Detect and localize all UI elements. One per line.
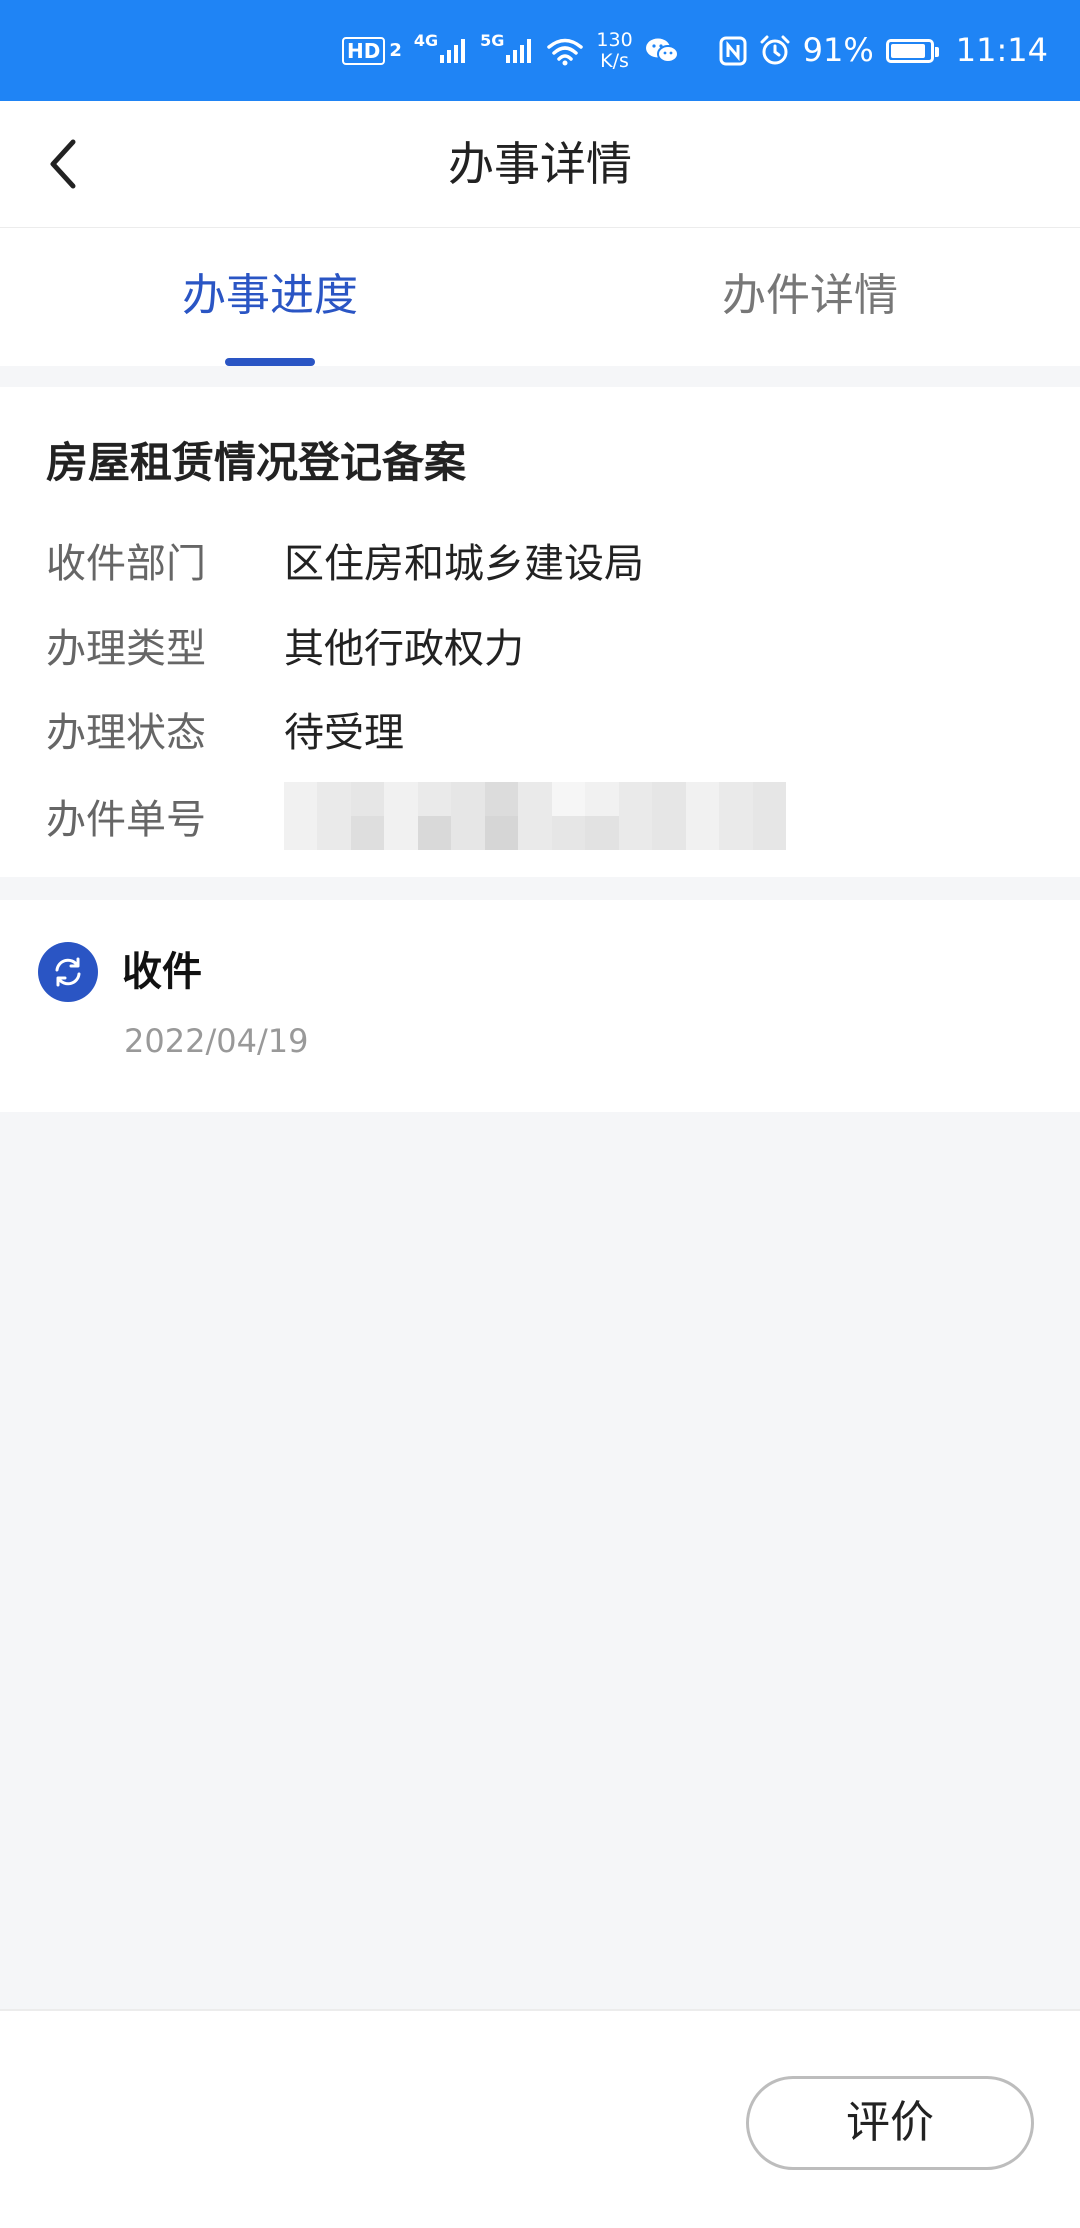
network-type-1: 4G xyxy=(413,31,439,50)
info-row-status: 办理状态 待受理 xyxy=(46,699,404,759)
signal-2: 5G xyxy=(480,31,534,65)
tab-bar: 办事进度 办件详情 xyxy=(0,228,1080,366)
info-card: 房屋租赁情况登记备案 收件部门 区住房和城乡建设局 办理类型 其他行政权力 办理… xyxy=(0,387,1080,877)
speed-unit: K/s xyxy=(600,49,629,72)
mosaic-cell xyxy=(585,782,619,816)
nfc-icon xyxy=(719,36,747,65)
mosaic-cell xyxy=(417,816,452,850)
mosaic-cell xyxy=(484,782,519,816)
network-speed: 130 K/s xyxy=(596,28,633,72)
mosaic-cell xyxy=(685,782,720,816)
case-title: 房屋租赁情况登记备案 xyxy=(46,438,467,487)
info-row-department: 收件部门 区住房和城乡建设局 xyxy=(46,530,644,590)
battery-icon xyxy=(885,38,939,63)
mosaic-cell xyxy=(317,816,351,850)
hd-indicator: HD 2 xyxy=(341,36,402,65)
speed-value: 130 xyxy=(596,28,633,51)
wifi-icon xyxy=(547,38,584,65)
mosaic-cell xyxy=(752,782,786,816)
step-status-badge xyxy=(38,942,98,1002)
mosaic-cell xyxy=(484,816,519,850)
mosaic-cell xyxy=(317,782,351,816)
page-title: 办事详情 xyxy=(448,137,632,191)
alarm-status xyxy=(759,35,791,67)
wifi xyxy=(546,36,584,66)
case-number-redacted xyxy=(284,782,786,850)
mosaic-cell xyxy=(652,782,686,816)
tab-active-indicator xyxy=(225,358,315,366)
info-label: 办理类型 xyxy=(46,626,206,672)
tab-progress[interactable]: 办事进度 xyxy=(0,228,540,366)
mosaic-cell xyxy=(451,782,485,816)
info-value: 其他行政权力 xyxy=(284,626,524,672)
tab-details[interactable]: 办件详情 xyxy=(540,228,1080,366)
battery-text: 91% xyxy=(802,31,874,69)
step-title: 收件 xyxy=(122,949,202,995)
info-row-case-number: 办件单号 xyxy=(46,782,786,850)
mosaic-cell xyxy=(417,782,452,816)
timeline-card: 收件 2022/04/19 xyxy=(0,900,1080,1112)
wechat-notification xyxy=(645,37,679,65)
hd-label: HD xyxy=(341,36,386,65)
hd-sub-label: 2 xyxy=(389,40,402,61)
mosaic-cell xyxy=(284,782,318,816)
battery xyxy=(885,38,939,63)
signal-icon xyxy=(440,38,466,63)
info-value: 区住房和城乡建设局 xyxy=(284,541,644,587)
status-time: 11:14 xyxy=(955,31,1048,69)
mosaic-cell xyxy=(451,816,485,850)
app-header: 办事详情 xyxy=(0,101,1080,228)
mosaic-cell xyxy=(551,816,586,850)
mosaic-cell xyxy=(518,782,552,816)
mosaic-cell xyxy=(752,816,786,850)
bottom-action-bar: 评价 xyxy=(0,2009,1080,2228)
network-type-2: 5G xyxy=(480,31,505,50)
wechat-icon xyxy=(645,38,679,63)
mosaic-cell xyxy=(719,782,753,816)
mosaic-cell xyxy=(585,816,619,850)
mosaic-cell xyxy=(618,782,653,816)
battery-percent: 91% xyxy=(803,0,874,101)
status-icons: HD 2 4G 5G 130 K/s 91% 11:14 xyxy=(330,0,1048,101)
alarm-icon xyxy=(760,35,790,64)
tab-details-label: 办件详情 xyxy=(722,270,898,321)
status-bar: HD 2 4G 5G 130 K/s 91% 11:14 xyxy=(0,0,1080,101)
clock: 11:14 xyxy=(956,0,1048,101)
mosaic-cell xyxy=(350,782,385,816)
mosaic-cell xyxy=(384,816,418,850)
mosaic-cell xyxy=(284,816,318,850)
info-row-type: 办理类型 其他行政权力 xyxy=(46,615,524,675)
mosaic-cell xyxy=(685,816,720,850)
battery-fill xyxy=(890,43,926,58)
mosaic-cell xyxy=(719,816,753,850)
tab-progress-label: 办事进度 xyxy=(182,270,358,321)
refresh-icon xyxy=(55,957,81,987)
mosaic-cell xyxy=(551,782,586,816)
rate-button[interactable]: 评价 xyxy=(746,2076,1034,2170)
info-label: 收件部门 xyxy=(46,541,206,587)
nfc-status xyxy=(719,36,747,66)
signal-icon xyxy=(506,38,532,63)
mosaic-cell xyxy=(518,816,552,850)
signal-1: 4G xyxy=(414,31,468,65)
mosaic-cell xyxy=(652,816,686,850)
mosaic-cell xyxy=(618,816,653,850)
step-date: 2022/04/19 xyxy=(124,1022,309,1060)
mosaic-cell xyxy=(350,816,385,850)
info-label: 办理状态 xyxy=(46,710,206,756)
info-value: 待受理 xyxy=(284,710,404,756)
app-screen: HD 2 4G 5G 130 K/s 91% 11:14 办事详情 办事进度 办… xyxy=(0,0,1080,2228)
info-label: 办件单号 xyxy=(46,797,206,843)
mosaic-cell xyxy=(384,782,418,816)
